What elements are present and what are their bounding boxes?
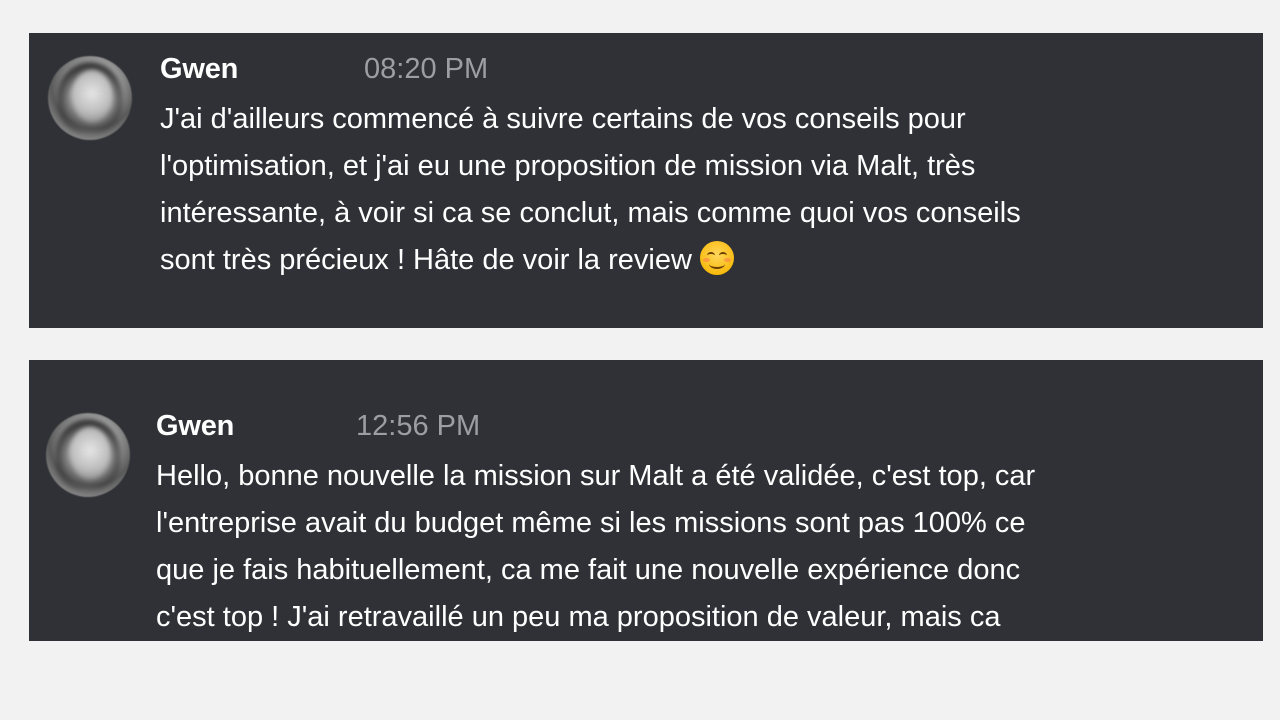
message-card: Gwen 12:56 PM Hello, bonne nouvelle la m… bbox=[29, 360, 1263, 641]
message-line: Hello, bonne nouvelle la mission sur Mal… bbox=[156, 460, 1036, 492]
author-name[interactable]: Gwen bbox=[160, 53, 238, 86]
message-line: c'est top ! J'ai retravaillé un peu ma p… bbox=[156, 601, 1001, 633]
message-line-last: sont très précieux ! Hâte de voir la rev… bbox=[160, 237, 1240, 284]
message-card: Gwen 08:20 PM J'ai d'ailleurs commencé à… bbox=[29, 33, 1263, 328]
avatar-face bbox=[72, 70, 112, 122]
message-timestamp: 08:20 PM bbox=[364, 53, 489, 85]
avatar-face bbox=[70, 427, 110, 479]
message-line: J'ai d'ailleurs commencé à suivre certai… bbox=[160, 103, 966, 135]
message-line: que je fais habituellement, ca me fait u… bbox=[156, 554, 1021, 586]
message-text: J'ai d'ailleurs commencé à suivre certai… bbox=[160, 96, 1240, 284]
message-text: Hello, bonne nouvelle la mission sur Mal… bbox=[156, 453, 1246, 641]
message-line-text: sont très précieux ! Hâte de voir la rev… bbox=[160, 244, 692, 276]
message-line: l'optimisation, et j'ai eu une propositi… bbox=[160, 150, 976, 182]
message-line: l'entreprise avait du budget même si les… bbox=[156, 507, 1026, 539]
author-name[interactable]: Gwen bbox=[156, 410, 234, 443]
message-timestamp: 12:56 PM bbox=[356, 410, 481, 442]
avatar[interactable] bbox=[48, 56, 132, 140]
smiling-face-icon bbox=[699, 241, 734, 275]
avatar[interactable] bbox=[46, 413, 130, 497]
message-line: intéressante, à voir si ca se conclut, m… bbox=[160, 197, 1021, 229]
